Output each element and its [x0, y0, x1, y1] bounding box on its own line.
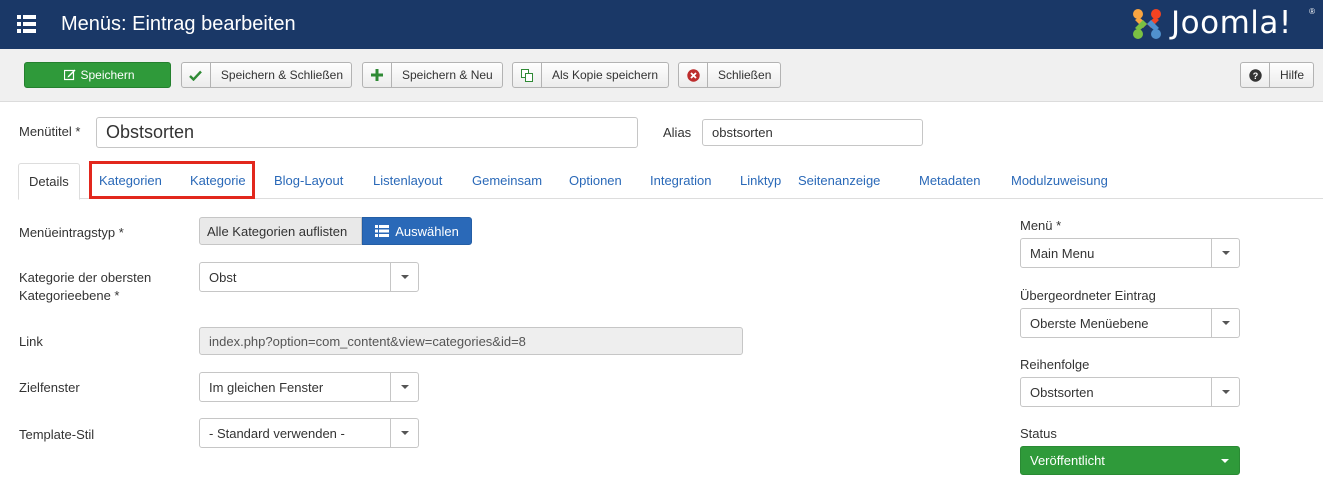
- save-close-label: Speichern & Schließen: [220, 68, 343, 82]
- ordering-label: Reihenfolge: [1020, 357, 1090, 372]
- tab-gemeinsam[interactable]: Gemeinsam: [472, 163, 542, 199]
- tab-optionen[interactable]: Optionen: [569, 163, 622, 199]
- top-category-label: Kategorie der obersten Kategorieebene *: [19, 269, 151, 305]
- alias-input[interactable]: obstsorten: [702, 119, 923, 146]
- save-label: Speichern: [80, 68, 135, 82]
- tab-metadaten[interactable]: Metadaten: [919, 163, 980, 199]
- template-style-select[interactable]: - Standard verwenden -: [199, 418, 419, 448]
- status-select[interactable]: Veröffentlicht: [1020, 446, 1240, 475]
- tab-integration[interactable]: Integration: [650, 163, 711, 199]
- target-window-label: Zielfenster: [19, 380, 80, 395]
- close-label: Schließen: [718, 68, 772, 82]
- tab-details[interactable]: Details: [18, 163, 80, 200]
- template-style-value: - Standard verwenden -: [209, 425, 345, 441]
- chevron-down-icon: [1211, 239, 1239, 267]
- top-category-label-line1: Kategorie der obersten: [19, 270, 152, 285]
- menu-select[interactable]: Main Menu: [1020, 238, 1240, 268]
- menu-title-label: Menütitel *: [19, 124, 81, 139]
- tab-listenlayout[interactable]: Listenlayout: [373, 163, 442, 199]
- list-icon: [17, 15, 36, 33]
- page-title: Menüs: Eintrag bearbeiten: [61, 13, 296, 35]
- link-label: Link: [19, 334, 43, 349]
- close-button[interactable]: Schließen: [678, 62, 781, 88]
- logo-registered-mark: ®: [1309, 7, 1315, 16]
- top-category-label-line2: Kategorieebene *: [19, 288, 120, 303]
- highlight-annotation: [89, 161, 255, 199]
- chevron-down-icon: [390, 263, 418, 291]
- save-copy-button[interactable]: Als Kopie speichern: [512, 62, 669, 88]
- ordering-value: Obstsorten: [1030, 384, 1094, 400]
- help-label: Hilfe: [1280, 68, 1305, 82]
- save-copy-label: Als Kopie speichern: [552, 68, 659, 82]
- target-window-value: Im gleichen Fenster: [209, 379, 324, 395]
- toolbar: Speichern Speichern & Schließen Speicher…: [0, 49, 1323, 102]
- select-type-label: Auswählen: [395, 223, 459, 239]
- menu-title-input[interactable]: Obstsorten: [96, 117, 638, 148]
- help-button[interactable]: ? Hilfe: [1240, 62, 1314, 88]
- menu-label: Menü *: [1020, 218, 1062, 233]
- logo-wordmark: Joomla!: [1171, 5, 1292, 41]
- parent-item-value: Oberste Menüebene: [1030, 315, 1149, 331]
- alias-label: Alias: [663, 125, 692, 140]
- chevron-down-icon: [1211, 309, 1239, 337]
- edit-icon: [60, 63, 80, 87]
- link-field: index.php?option=com_content&view=catego…: [199, 327, 743, 355]
- chevron-down-icon: [1211, 447, 1239, 474]
- top-category-select[interactable]: Obst: [199, 262, 419, 292]
- select-type-button[interactable]: Auswählen: [362, 217, 472, 245]
- list-icon: [375, 225, 390, 237]
- parent-item-label: Übergeordneter Eintrag: [1020, 288, 1156, 303]
- plus-icon: [363, 63, 392, 87]
- tab-modulzuweisung[interactable]: Modulzuweisung: [1011, 163, 1108, 199]
- save-new-label: Speichern & Neu: [402, 68, 493, 82]
- save-close-button[interactable]: Speichern & Schließen: [181, 62, 352, 88]
- copy-icon: [513, 63, 542, 87]
- save-button[interactable]: Speichern: [24, 62, 171, 88]
- ordering-select[interactable]: Obstsorten: [1020, 377, 1240, 407]
- chevron-down-icon: [390, 419, 418, 447]
- top-category-value: Obst: [209, 269, 237, 285]
- parent-item-select[interactable]: Oberste Menüebene: [1020, 308, 1240, 338]
- joomla-logo-icon: [1133, 9, 1161, 39]
- status-label: Status: [1020, 426, 1057, 441]
- check-icon: [182, 63, 211, 87]
- menu-value: Main Menu: [1030, 245, 1095, 261]
- page-header: Menüs: Eintrag bearbeiten Joomla! ®: [0, 0, 1323, 49]
- item-type-group: Alle Kategorien auflisten Auswählen: [199, 217, 472, 245]
- save-new-button[interactable]: Speichern & Neu: [362, 62, 503, 88]
- item-type-value: Alle Kategorien auflisten: [199, 217, 363, 245]
- chevron-down-icon: [1211, 378, 1239, 406]
- chevron-down-icon: [390, 373, 418, 401]
- status-value: Veröffentlicht: [1030, 453, 1105, 468]
- question-icon: ?: [1241, 63, 1270, 87]
- tab-blog-layout[interactable]: Blog-Layout: [274, 163, 343, 199]
- item-type-label: Menüeintragstyp *: [19, 225, 124, 240]
- tab-seitenanzeige[interactable]: Seitenanzeige: [798, 163, 880, 199]
- tab-linktyp[interactable]: Linktyp: [740, 163, 781, 199]
- target-window-select[interactable]: Im gleichen Fenster: [199, 372, 419, 402]
- template-style-label: Template-Stil: [19, 427, 95, 442]
- svg-text:?: ?: [1252, 71, 1258, 81]
- joomla-logo: Joomla! ®: [1129, 4, 1315, 44]
- close-circle-icon: [679, 63, 708, 87]
